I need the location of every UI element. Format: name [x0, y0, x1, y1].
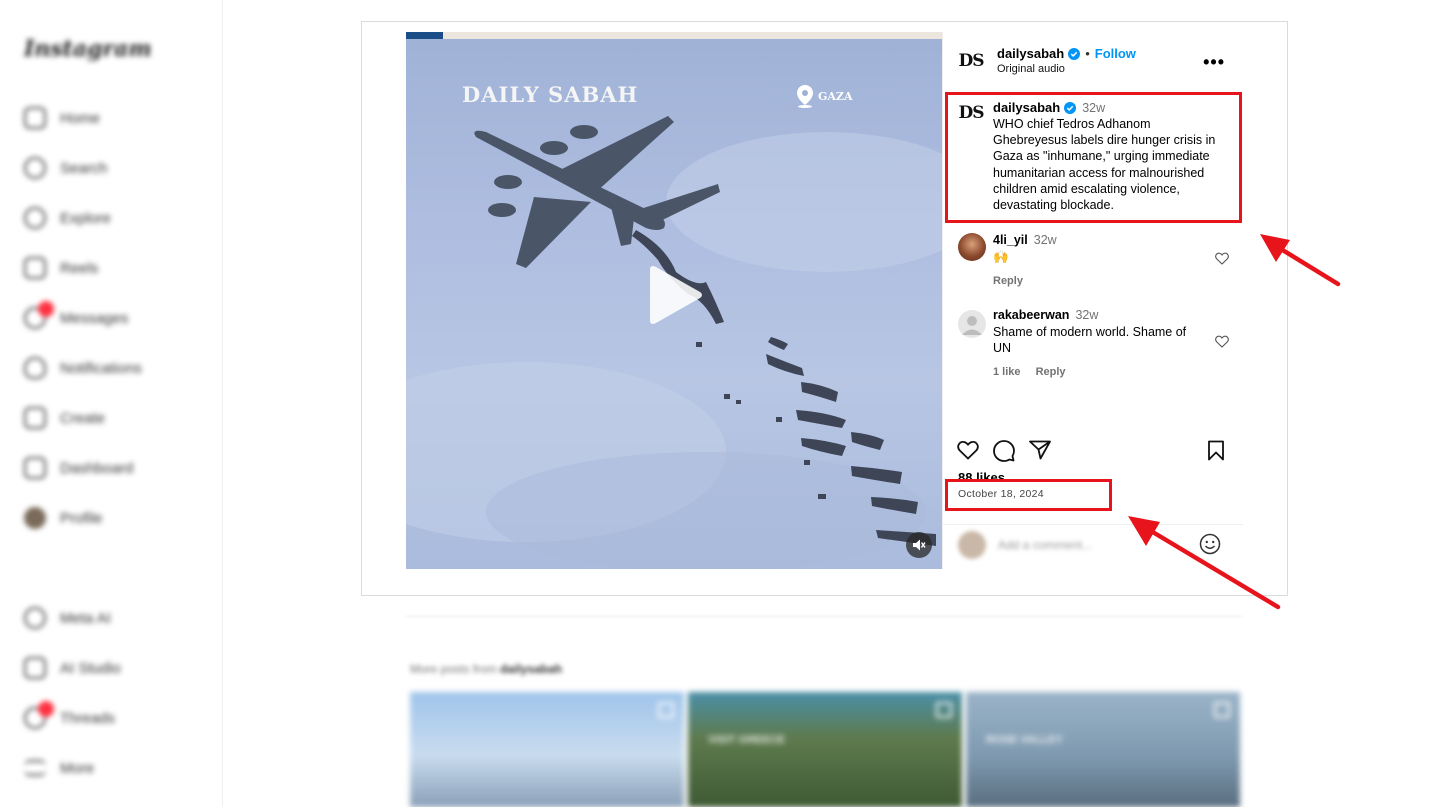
more-posts-heading: More posts from dailysabah — [410, 662, 562, 676]
current-user-avatar — [958, 531, 986, 559]
comment-icon[interactable] — [993, 440, 1015, 462]
sidebar-item-label: Explore — [60, 209, 111, 227]
sidebar-item-reels[interactable]: Reels — [24, 256, 98, 280]
more-posts-prefix: More posts from — [410, 662, 497, 676]
sidebar-item-label: Messages — [60, 309, 129, 327]
comment-text: Shame of modern world. Shame of UN — [993, 325, 1187, 356]
emoji-icon[interactable] — [1199, 533, 1221, 555]
username-link[interactable]: dailysabah — [997, 46, 1064, 61]
post-header: DS dailysabah • Follow Original audio ••… — [943, 32, 1243, 90]
media-location-label: GAZA — [818, 89, 853, 103]
post-thumbnail[interactable]: VISIT GREECE — [688, 692, 962, 807]
verified-badge-icon — [1068, 47, 1081, 60]
reply-button[interactable]: Reply — [993, 275, 1023, 287]
plus-icon — [24, 407, 46, 429]
instagram-logo[interactable]: Instagram — [24, 36, 152, 62]
commenter-avatar[interactable] — [958, 310, 986, 338]
more-options-button[interactable]: ••• — [1203, 52, 1225, 73]
post-thumbnail[interactable]: ROSE VALLEY — [966, 692, 1240, 807]
like-heart-icon[interactable] — [957, 440, 979, 460]
add-comment-bar: Add a comment... — [943, 524, 1243, 570]
sidebar-item-home[interactable]: Home — [24, 106, 100, 130]
sidebar-item-notifications[interactable]: Notifications — [24, 356, 142, 380]
more-posts-section: More posts from dailysabah VISIT GREECE … — [0, 600, 1430, 807]
search-icon — [24, 157, 46, 179]
share-send-icon[interactable] — [1029, 440, 1051, 460]
comment-timestamp[interactable]: 32w — [1075, 308, 1098, 322]
mute-button[interactable] — [906, 532, 932, 558]
comment-like-heart-icon[interactable] — [1215, 252, 1229, 265]
comment-timestamp[interactable]: 32w — [1034, 233, 1057, 247]
comment-like-count[interactable]: 1 like — [993, 366, 1021, 378]
sidebar-item-label: Profile — [60, 509, 103, 527]
comment-text: 🙌 — [993, 250, 1009, 264]
comment-author: 4li_yil 32w — [993, 233, 1057, 247]
date-highlight-box — [945, 479, 1112, 511]
media-location: GAZA — [796, 84, 853, 108]
separator-dot: • — [1085, 46, 1090, 61]
account-avatar[interactable]: DS — [958, 48, 984, 74]
reel-icon — [1214, 702, 1230, 718]
follow-button[interactable]: Follow — [1095, 46, 1136, 61]
post-video[interactable]: DAILY SABAH GAZA — [406, 32, 942, 569]
sidebar-item-label: Home — [60, 109, 101, 127]
comment-actions: 1 like Reply — [993, 366, 1078, 378]
sidebar-item-dashboard[interactable]: Dashboard — [24, 456, 133, 480]
reel-icon — [936, 702, 952, 718]
sidebar-item-label: Search — [60, 159, 108, 177]
sidebar-item-create[interactable]: Create — [24, 406, 105, 430]
avatar-icon — [24, 507, 46, 529]
sidebar-item-label: Reels — [60, 259, 99, 277]
sidebar-item-messages[interactable]: Messages — [24, 301, 129, 330]
commenter-avatar[interactable] — [958, 233, 986, 261]
muted-speaker-icon — [913, 539, 926, 551]
add-comment-input[interactable]: Add a comment... — [998, 538, 1092, 552]
comment-username-link[interactable]: 4li_yil — [993, 233, 1028, 247]
post-actions-bar — [943, 438, 1243, 468]
sidebar-item-profile[interactable]: Profile — [24, 506, 103, 530]
dashboard-icon — [24, 457, 46, 479]
location-pin-icon — [797, 85, 813, 108]
comment-username-link[interactable]: rakabeerwan — [993, 308, 1069, 322]
more-posts-user-link[interactable]: dailysabah — [500, 662, 562, 676]
section-divider — [406, 616, 1242, 617]
post-author: dailysabah • Follow — [997, 46, 1136, 61]
comment-author: rakabeerwan 32w — [993, 308, 1098, 322]
thumbnail-label: ROSE VALLEY — [986, 734, 1063, 746]
reels-icon — [24, 257, 46, 279]
home-icon — [24, 107, 46, 129]
post-thumbnail[interactable] — [410, 692, 684, 807]
default-avatar-icon — [962, 316, 982, 335]
messages-icon — [24, 301, 54, 329]
sidebar-item-label: Create — [60, 409, 106, 427]
reel-icon — [658, 702, 674, 718]
media-brand-watermark: DAILY SABAH — [462, 82, 639, 107]
add-comment-blurred: Add a comment... — [958, 531, 1092, 559]
play-icon[interactable] — [644, 264, 704, 326]
audio-label[interactable]: Original audio — [997, 63, 1065, 75]
thumbnail-label: VISIT GREECE — [708, 734, 786, 746]
sidebar-item-explore[interactable]: Explore — [24, 206, 111, 230]
save-bookmark-icon[interactable] — [1207, 440, 1225, 461]
sidebar-item-label: Dashboard — [60, 459, 134, 477]
comment-like-heart-icon[interactable] — [1215, 335, 1229, 348]
sidebar-item-label: Notifications — [60, 359, 142, 377]
heart-icon — [24, 357, 46, 379]
comment-actions: Reply — [993, 275, 1035, 287]
notification-badge — [38, 301, 54, 317]
reply-button[interactable]: Reply — [1036, 366, 1066, 378]
sidebar-item-search[interactable]: Search — [24, 156, 108, 180]
explore-icon — [24, 207, 46, 229]
caption-highlight-box — [945, 92, 1242, 223]
